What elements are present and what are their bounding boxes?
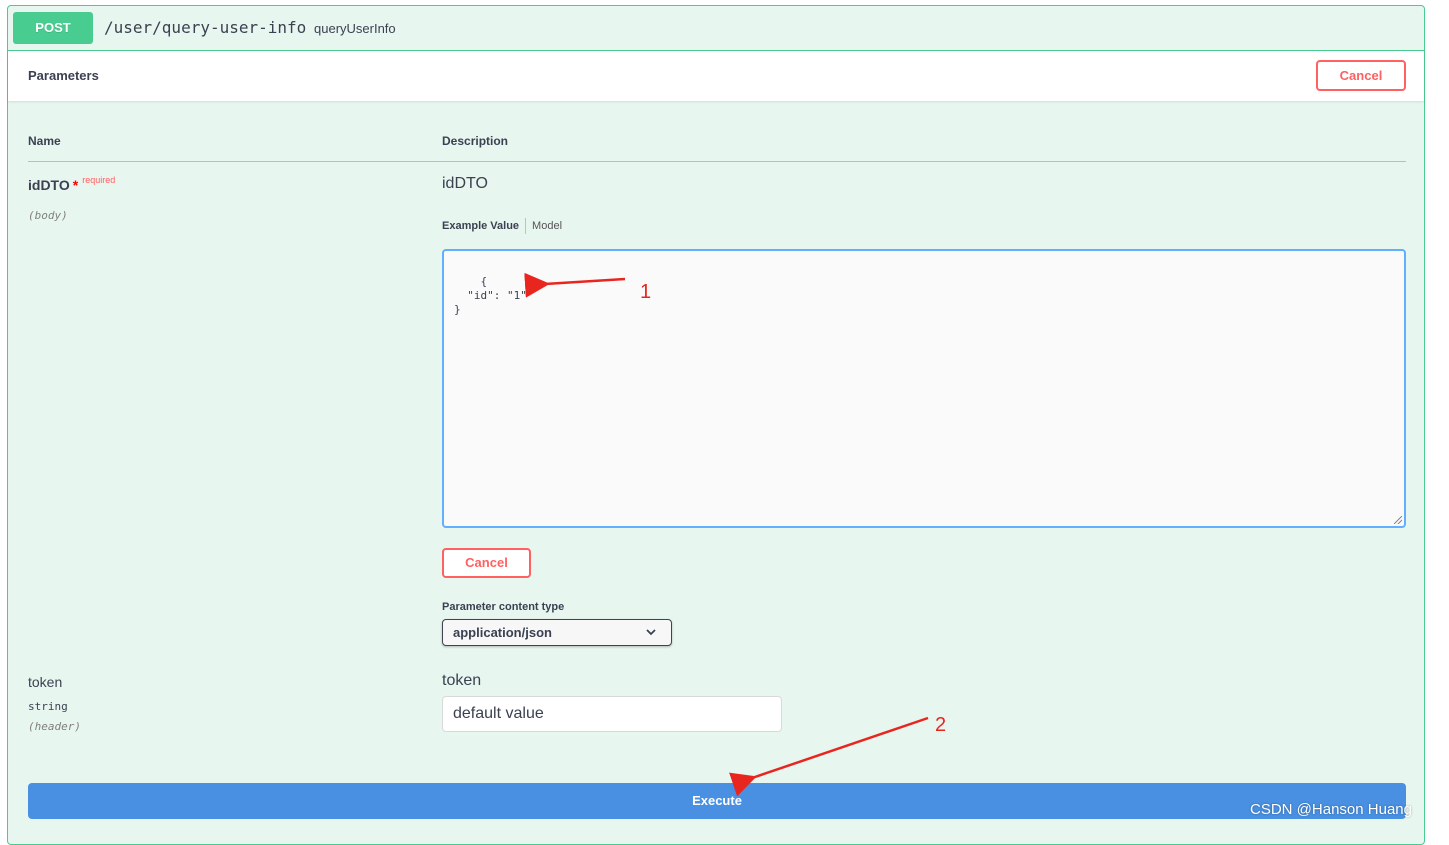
annotation-label-2: 2 (935, 714, 947, 736)
annotation-arrows (524, 272, 929, 797)
annotation-arrow-2 (729, 716, 929, 797)
annotation-label-1: 1 (640, 281, 652, 303)
annotation-arrow-1 (524, 272, 626, 298)
watermark: CSDN @Hanson Huang (1250, 801, 1412, 818)
